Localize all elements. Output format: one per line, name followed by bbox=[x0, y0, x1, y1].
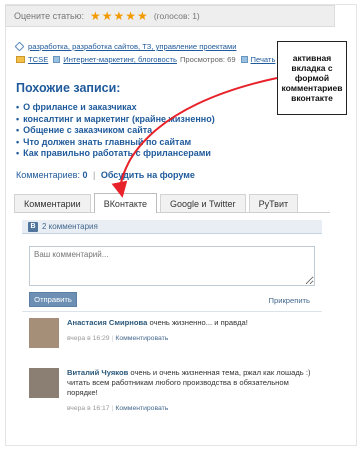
vk-comments-widget: В 2 комментария Отправить Прикрепить Ана… bbox=[22, 220, 322, 442]
votes-count: (голосов: 1) bbox=[153, 11, 200, 21]
related-item[interactable]: О фрилансе и заказчиках bbox=[16, 102, 215, 114]
star-icon[interactable]: ★ bbox=[90, 10, 101, 22]
divider: | bbox=[93, 170, 96, 180]
related-list: О фрилансе и заказчиках консалтинг и мар… bbox=[16, 102, 215, 160]
comments-summary: Комментариев: 0 | Обсудить на форуме bbox=[16, 170, 195, 180]
comment-meta: вчера в 16:17 | Комментировать bbox=[67, 405, 169, 412]
rating-label: Оцените статью: bbox=[14, 11, 84, 21]
reply-link[interactable]: Комментировать bbox=[115, 405, 168, 412]
tags-row: разработка, разработка сайтов, ТЗ, управ… bbox=[14, 41, 237, 52]
related-item[interactable]: Что должен знать главный по сайтам bbox=[16, 137, 215, 149]
avatar[interactable] bbox=[29, 318, 59, 348]
tab-vkontakte[interactable]: ВКонтакте bbox=[93, 193, 157, 213]
post-meta: TCSE Интернет-маркетинг, блоговость Прос… bbox=[16, 55, 275, 64]
tab-google-twitter[interactable]: Google и Twitter bbox=[160, 194, 246, 212]
comments-count[interactable]: 0 bbox=[82, 170, 87, 180]
reply-link[interactable]: Комментировать bbox=[115, 335, 168, 342]
attach-link[interactable]: Прикрепить bbox=[269, 296, 310, 305]
rating-bar: Оцените статью: ★ ★ ★ ★ ★ (голосов: 1) bbox=[5, 5, 335, 27]
related-item[interactable]: Как правильно работать с фрилансерами bbox=[16, 148, 215, 160]
comment-item: Анастасия Смирнова очень жизненно... и п… bbox=[29, 318, 319, 350]
divider bbox=[22, 311, 322, 312]
vk-header: В 2 комментария bbox=[22, 220, 322, 234]
category-icon bbox=[53, 56, 61, 63]
star-icon[interactable]: ★ bbox=[114, 10, 125, 22]
related-item[interactable]: Общение с заказчиком сайта bbox=[16, 125, 215, 137]
print-link[interactable]: Печать bbox=[251, 55, 276, 64]
comment-meta: вчера в 16:29 | Комментировать bbox=[67, 335, 169, 342]
comment-text: очень жизненно... и правда! bbox=[149, 318, 248, 327]
comments-label: Комментариев: bbox=[16, 170, 80, 180]
vk-comment-count: 2 комментария bbox=[42, 222, 98, 231]
tab-comments[interactable]: Комментарии bbox=[14, 194, 91, 212]
comment-author[interactable]: Виталий Чуяков bbox=[67, 368, 128, 377]
star-icon[interactable]: ★ bbox=[125, 10, 136, 22]
folder-icon bbox=[16, 56, 25, 63]
annotation-callout: активная вкладка с формой комментариев в… bbox=[277, 41, 347, 115]
related-item[interactable]: консалтинг и маркетинг (крайне жизненно) bbox=[16, 114, 215, 126]
vk-logo-icon: В bbox=[28, 221, 38, 232]
tab-rutvit[interactable]: РуТвит bbox=[248, 194, 299, 212]
comment-time: вчера в 16:29 bbox=[67, 335, 110, 342]
comment-body: Виталий Чуяков очень и очень жизненная т… bbox=[67, 368, 317, 414]
forum-link[interactable]: Обсудить на форуме bbox=[101, 170, 195, 180]
print-icon bbox=[240, 56, 248, 63]
author-link[interactable]: TCSE bbox=[28, 55, 48, 64]
category-link[interactable]: Интернет-маркетинг, блоговость bbox=[63, 55, 177, 64]
views-count: Просмотров: 69 bbox=[179, 55, 236, 64]
comment-item: Виталий Чуяков очень и очень жизненная т… bbox=[29, 368, 319, 412]
tags-link[interactable]: разработка, разработка сайтов, ТЗ, управ… bbox=[28, 42, 237, 51]
related-title: Похожие записи: bbox=[16, 81, 121, 95]
rating-stars[interactable]: ★ ★ ★ ★ ★ bbox=[90, 10, 148, 22]
star-icon[interactable]: ★ bbox=[137, 10, 148, 22]
avatar[interactable] bbox=[29, 368, 59, 398]
comment-author[interactable]: Анастасия Смирнова bbox=[67, 318, 147, 327]
comment-time: вчера в 16:17 bbox=[67, 405, 110, 412]
star-icon[interactable]: ★ bbox=[102, 10, 113, 22]
comment-body: Анастасия Смирнова очень жизненно... и п… bbox=[67, 318, 317, 344]
comment-input[interactable] bbox=[29, 246, 315, 286]
submit-button[interactable]: Отправить bbox=[29, 292, 77, 307]
tag-icon bbox=[14, 41, 25, 52]
comment-tabs: Комментарии ВКонтакте Google и Twitter Р… bbox=[14, 193, 330, 213]
